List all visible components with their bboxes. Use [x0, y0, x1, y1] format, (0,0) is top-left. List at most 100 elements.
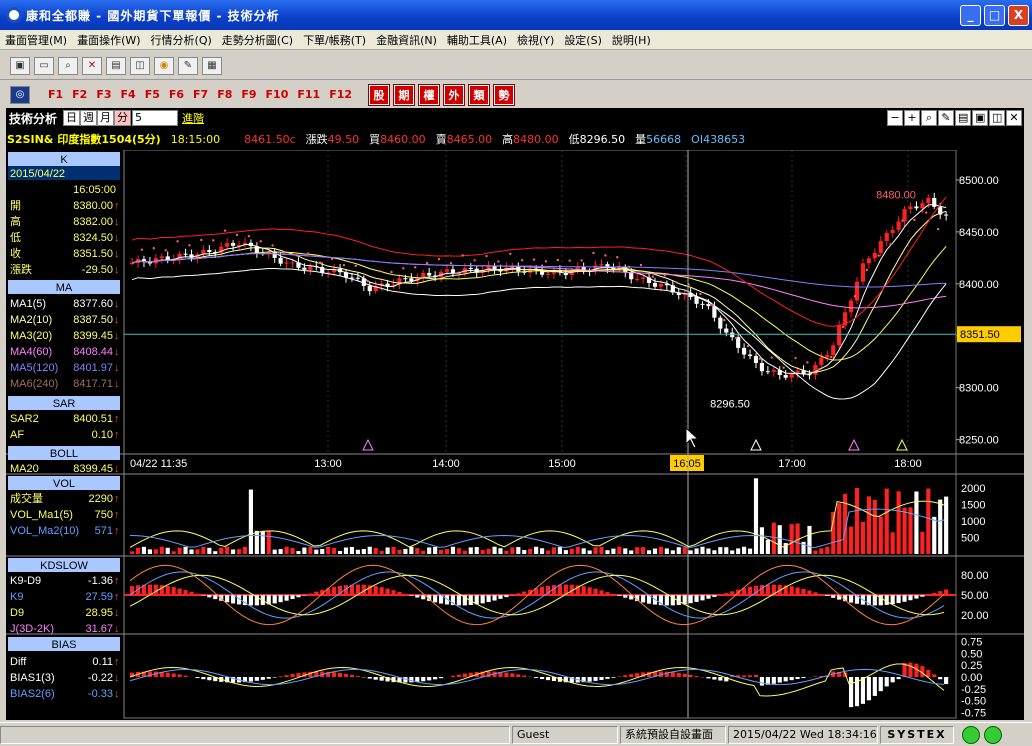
- period-month-button[interactable]: 月: [97, 110, 115, 126]
- fkey-f6[interactable]: F6: [169, 88, 184, 101]
- close-window-icon[interactable]: ✕: [82, 56, 102, 75]
- period-minute-button[interactable]: 分: [114, 110, 132, 126]
- picture-icon[interactable]: ▦: [202, 56, 222, 75]
- bias-tick-label: -0.50: [961, 696, 986, 708]
- cat-stock-button[interactable]: 股: [368, 83, 391, 106]
- search-icon[interactable]: ⌕: [58, 56, 78, 75]
- save-icon[interactable]: ▣: [972, 110, 988, 126]
- zoom-out-icon[interactable]: −: [887, 110, 903, 126]
- fkey-f10[interactable]: F10: [266, 88, 289, 101]
- sar-dot: [734, 336, 738, 340]
- menu-quote-analysis[interactable]: 行情分析(Q): [146, 32, 217, 48]
- menu-view[interactable]: 檢視(Y): [512, 32, 559, 48]
- zoom-in-icon[interactable]: +: [904, 110, 920, 126]
- pen-icon[interactable]: ✎: [178, 56, 198, 75]
- fkey-f9[interactable]: F9: [241, 88, 256, 101]
- print-icon[interactable]: ▤: [955, 110, 971, 126]
- globe-icon[interactable]: ◉: [154, 56, 174, 75]
- advanced-link[interactable]: 進階: [182, 110, 204, 126]
- side-row-value: 8387.50: [73, 314, 113, 326]
- menu-finance-info[interactable]: 金融資訊(N): [371, 32, 442, 48]
- menu-trend-chart[interactable]: 走勢分析圖(C): [217, 32, 298, 48]
- sar-dot: [330, 257, 334, 261]
- fkey-f4[interactable]: F4: [121, 88, 136, 101]
- candle-body: [290, 262, 295, 264]
- fkey-f1[interactable]: F1: [48, 88, 63, 101]
- cat-futures-button[interactable]: 期: [393, 83, 416, 106]
- fkey-f5[interactable]: F5: [145, 88, 160, 101]
- volume-bar: [902, 507, 907, 554]
- kd-diff-bar: [379, 587, 384, 595]
- minutes-select[interactable]: 5: [132, 110, 179, 126]
- volume-bar: [617, 546, 622, 554]
- candle-body: [225, 243, 230, 247]
- volume-bar: [242, 546, 248, 554]
- vol-tick-label: 2000: [961, 483, 985, 495]
- restore-icon[interactable]: ◫: [989, 110, 1005, 126]
- draw-icon[interactable]: ✎: [938, 110, 954, 126]
- boll-upper-line: [131, 196, 947, 327]
- volume-bar: [373, 548, 378, 554]
- minimize-button[interactable]: _: [960, 5, 981, 26]
- menu-screen-manage[interactable]: 畫面管理(M): [0, 32, 72, 48]
- menu-help[interactable]: 說明(H): [607, 32, 656, 48]
- kd-diff-bar: [403, 593, 408, 595]
- bias-diff-bar: [207, 677, 212, 681]
- side-row-label: Diff: [10, 656, 27, 668]
- fkey-f11[interactable]: F11: [297, 88, 320, 101]
- kd-tick-label: 80.00: [961, 570, 989, 582]
- side-row-label: 成交量: [10, 491, 43, 505]
- technical-chart[interactable]: K2015/04/2216:05:00開 8380.00 ↑高 8382.00 ↓低 83…: [6, 150, 1024, 720]
- bias-diff-bar: [504, 672, 509, 677]
- sar-dot: [711, 304, 714, 307]
- side-row-arrow: ↓: [114, 362, 120, 374]
- volume-bar: [332, 547, 337, 554]
- app-shortcut-icon[interactable]: ◎: [10, 85, 30, 104]
- cat-trend-button[interactable]: 勢: [493, 83, 516, 106]
- fkey-f8[interactable]: F8: [217, 88, 232, 101]
- monitor-icon[interactable]: ▭: [34, 56, 54, 75]
- kd-diff-bar: [908, 595, 913, 601]
- maximize-button[interactable]: □: [984, 5, 1005, 26]
- bias-diff-bar: [676, 672, 681, 677]
- kd-diff-bar: [920, 595, 925, 597]
- fkey-f12[interactable]: F12: [329, 88, 352, 101]
- cat-foreign-button[interactable]: 外: [443, 83, 466, 106]
- close-chart-icon[interactable]: ✕: [1006, 110, 1022, 126]
- volume-bar: [540, 548, 545, 554]
- main-window: 康和全都賺 - 國外期貨下單報價 - 技術分析 _ □ X 畫面管理(M) 畫面…: [0, 0, 1032, 746]
- sar-dot: [390, 270, 393, 274]
- kd-diff-bar: [456, 595, 461, 606]
- side-row-value: 571: [95, 525, 113, 537]
- menu-settings[interactable]: 設定(S): [559, 32, 607, 48]
- bias-diff-bar: [712, 677, 717, 680]
- bias-diff-bar: [260, 677, 265, 680]
- volume-bar: [379, 550, 384, 554]
- volume-bar: [409, 546, 414, 554]
- fkey-f3[interactable]: F3: [96, 88, 111, 101]
- split-icon[interactable]: ◫: [130, 56, 150, 75]
- bias-diff-bar: [355, 676, 360, 677]
- menu-tools[interactable]: 輔助工具(A): [442, 32, 512, 48]
- volume-bar: [391, 546, 396, 554]
- cat-category-button[interactable]: 類: [468, 83, 491, 106]
- magnify-icon[interactable]: ⌕: [921, 110, 937, 126]
- fkey-f7[interactable]: F7: [193, 88, 208, 101]
- period-day-button[interactable]: 日: [63, 110, 81, 126]
- volume-bar: [765, 539, 770, 554]
- candle-body: [854, 281, 860, 301]
- volume-bar: [926, 488, 931, 554]
- fkey-f2[interactable]: F2: [72, 88, 87, 101]
- candle-body: [837, 325, 842, 346]
- layout-icon[interactable]: ▣: [10, 56, 30, 75]
- close-button[interactable]: X: [1008, 5, 1029, 26]
- menu-order-account[interactable]: 下單/帳務(T): [298, 32, 371, 48]
- time-tick-label: 15:00: [548, 458, 576, 470]
- menu-screen-operate[interactable]: 畫面操作(W): [72, 32, 145, 48]
- sar-dot: [770, 356, 773, 359]
- candle-body: [450, 269, 456, 274]
- tile-icon[interactable]: ▤: [106, 56, 126, 75]
- period-week-button[interactable]: 週: [80, 110, 98, 126]
- volume-bar: [343, 547, 349, 554]
- cat-options-button[interactable]: 權: [418, 83, 441, 106]
